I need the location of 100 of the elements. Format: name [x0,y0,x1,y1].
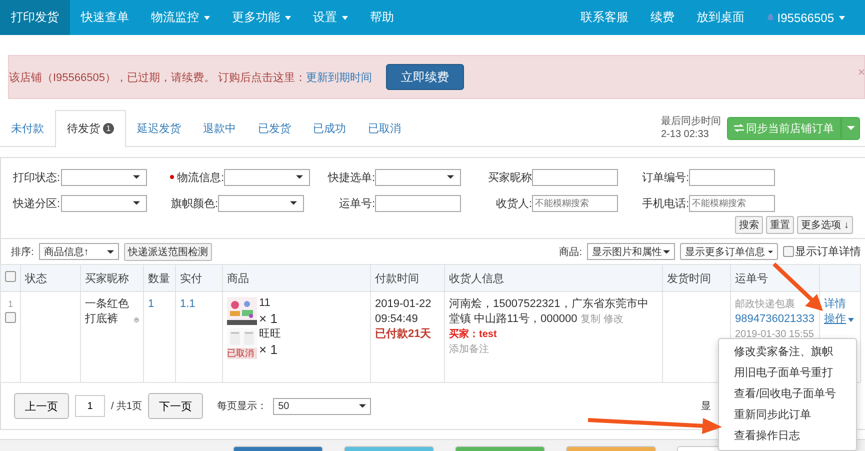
item-quantity: × 1 [259,343,278,356]
goods-display-select[interactable]: 显示图片和属性 [587,243,675,260]
checkbox[interactable] [783,246,794,257]
edit-link[interactable]: 修改 [603,314,624,325]
filter-label: 快捷选单: [327,170,375,184]
filter-input[interactable] [532,168,618,186]
paid-days: 已付款21天 [375,327,440,342]
page-total: / 共1页 [111,400,142,413]
row-number: 1 [6,298,14,311]
nav-item[interactable]: 联系客服 [569,0,640,35]
filter-input[interactable] [689,168,775,186]
filter-label: 旗帜颜色: [170,196,218,210]
quantity: 1 [148,298,154,310]
user-menu[interactable]: I95566505 [755,0,865,35]
last-sync-time: 2-13 02:33 [661,128,710,141]
copy-link[interactable]: 复制 [580,314,600,325]
delivery-range-check-button[interactable]: 快递派送范围检测 [124,242,212,260]
nav-item[interactable]: 续费 [639,0,686,35]
row-checkbox[interactable] [5,312,16,323]
per-page-label: 每页显示： [217,400,268,413]
filter-select[interactable] [61,168,147,186]
menu-item[interactable]: 重新同步此订单 [719,405,856,426]
cancelled-tag: 已取消 [227,348,257,359]
buyer-nickname: 一条红色打底裤 [85,297,130,327]
bell-icon [766,13,776,22]
filter-label: 运单号: [338,196,375,210]
alert-message: 该店铺（I95566505），已过期，请续费。 订购后点击这里：更新到期时间 [8,70,372,84]
menu-item[interactable]: 用旧电子面单号重打 [719,363,856,384]
nav-item[interactable]: 打印发货 [0,0,70,35]
sort-label: 排序: [11,246,34,258]
caret-icon [663,250,670,254]
column-header: 状态 [25,272,47,284]
filter-label: 打印状态: [13,170,61,184]
detail-link[interactable]: 详情 [824,297,856,312]
per-page-select[interactable]: 50 [273,398,372,414]
add-note-link[interactable]: 添加备注 [449,342,658,357]
caret-icon [106,250,114,254]
nav-item[interactable]: 帮助 [359,0,405,35]
filter-button[interactable]: 重置 [766,216,794,234]
payment-time: 2019-01-22 09:54:49 [375,297,432,327]
caret-icon [768,250,773,254]
menu-item[interactable]: 修改卖家备注、旗帜 [719,342,856,363]
caret-icon [133,175,140,179]
item-name: 旺旺 [259,328,281,341]
show-detail-label: 显示订单详情 [795,245,861,259]
sync-orders-button[interactable]: 同步当前店铺订单 [727,116,841,140]
status-tab[interactable]: 已发货 [247,110,302,146]
filter-input[interactable] [375,194,461,212]
status-tab[interactable]: 待发货 1 [55,110,126,148]
previous-page-button[interactable]: 上一页 [14,393,69,419]
more-order-info-button[interactable]: 显示更多订单信息 [680,243,778,260]
status-tab[interactable]: 延迟发货 [126,110,192,146]
filter-label: 订单编号: [641,170,689,184]
next-page-button[interactable]: 下一页 [148,393,204,419]
paid-amount: 1.1 [180,298,196,310]
column-header: 买家昵称 [85,272,129,284]
renew-button[interactable]: 立即续费 [386,64,464,90]
filter-select[interactable] [61,194,147,212]
display-label: 显 [701,400,711,413]
column-header: 数量 [148,272,170,284]
sort-select[interactable]: 商品信息↑ [38,243,119,260]
status-tab[interactable]: 未付款 [0,110,55,146]
filter-button[interactable]: 搜索 [735,216,764,234]
nav-item[interactable]: 更多功能 [221,0,302,35]
sync-dropdown-button[interactable] [841,116,860,140]
filter-select[interactable] [375,168,461,186]
filter-select[interactable] [218,194,304,212]
receiver-info: 河南烩，15007522321，广东省东莞市中堂镇 中山路11号，000000 复制 修改 [449,297,650,327]
operations-link[interactable]: 操作 [824,312,856,327]
filter-label: 收货人: [494,196,532,210]
nav-item[interactable]: 快速查单 [70,0,140,35]
caret-icon [296,175,304,179]
filter-input[interactable]: 不能模糊搜索 [689,194,775,212]
status-tab[interactable]: 已取消 [357,110,412,146]
page-input[interactable]: 1 [75,395,105,417]
caret-icon [290,201,297,205]
filter-label: 物流信息: [177,170,224,184]
buyer-note: 买家：test [449,327,498,342]
column-header: 发货时间 [667,272,711,284]
last-sync-label: 最后同步时间 [661,115,721,128]
status-tab[interactable]: 退款中 [192,110,247,146]
close-icon[interactable] [859,68,864,76]
item-quantity: × 1 [259,312,278,325]
chat-icon[interactable] [134,315,139,325]
nav-item[interactable]: 物流监控 [140,0,221,35]
filter-label: 快递分区: [13,196,61,210]
filter-select[interactable] [224,168,310,186]
tracking-number-link[interactable]: 9894736021333 [735,312,815,327]
ship-date: 2019-01-30 15:55 [735,328,815,342]
menu-item[interactable]: 查看操作日志 [719,426,856,447]
select-all-checkbox[interactable] [5,271,16,282]
renew-time-link[interactable]: 更新到期时间 [306,72,372,84]
filter-input[interactable]: 不能模糊搜索 [532,194,618,212]
item-name: 11 [259,297,272,310]
nav-item[interactable]: 设置 [302,0,359,35]
menu-item[interactable]: 查看/回收电子面单号 [719,384,856,405]
filter-button[interactable]: 更多选项 ↓ [797,216,853,234]
nav-item[interactable]: 放到桌面 [685,0,756,35]
status-tab[interactable]: 已成功 [302,110,357,146]
filter-label: 手机电话: [641,196,689,210]
